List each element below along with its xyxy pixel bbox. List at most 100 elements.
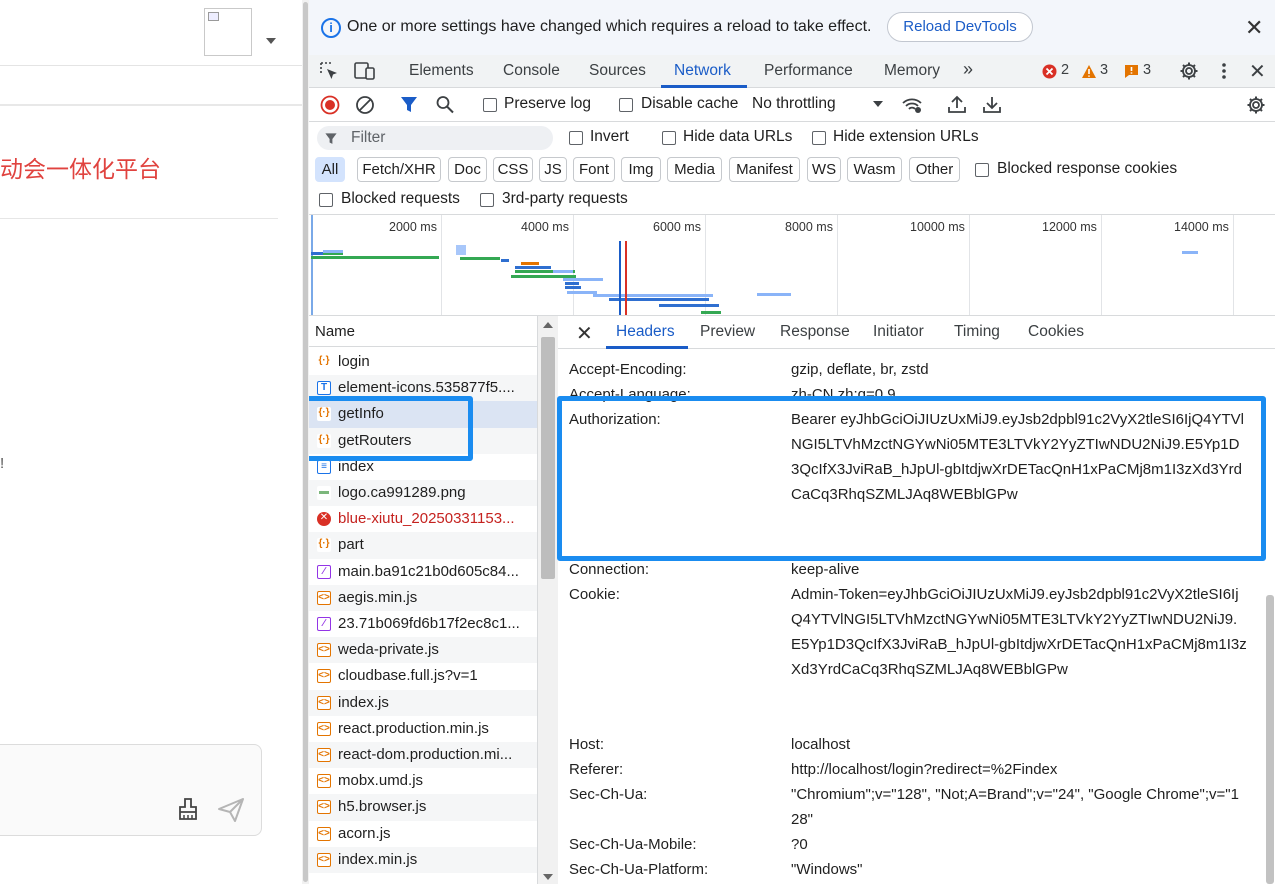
blocked-requests-checkbox[interactable] <box>319 193 333 207</box>
tab-preview[interactable]: Preview <box>700 323 755 341</box>
request-row[interactable]: ▬ logo.ca991289.png <box>309 480 537 507</box>
blocked-response-cookies-checkbox[interactable] <box>975 163 989 177</box>
request-row[interactable]: <> index.js <box>309 689 537 716</box>
chevron-down-icon[interactable] <box>266 38 276 44</box>
more-tabs-icon[interactable]: » <box>963 59 973 80</box>
clear-icon[interactable] <box>355 95 375 115</box>
request-row[interactable]: <> react-dom.production.mi... <box>309 742 537 769</box>
request-row[interactable]: ∕ main.ba91c21b0d605c84... <box>309 559 537 585</box>
tab-elements[interactable]: Elements <box>409 62 474 80</box>
disable-cache-checkbox[interactable] <box>619 98 633 112</box>
page-scrollbar[interactable] <box>302 0 309 884</box>
type-filter-wasm[interactable]: Wasm <box>847 157 902 182</box>
record-stop-icon[interactable] <box>320 95 340 115</box>
tab-console[interactable]: Console <box>503 62 560 80</box>
network-overview-timeline[interactable]: 2000 ms 4000 ms 6000 ms 8000 ms 10000 ms… <box>309 214 1275 316</box>
name-column-header[interactable]: Name <box>309 316 537 347</box>
header-value[interactable]: keep-alive <box>791 557 1247 582</box>
request-row[interactable]: <> acorn.js <box>309 821 537 847</box>
close-devtools-icon[interactable]: ✕ <box>1249 59 1266 84</box>
request-row[interactable]: {·} login <box>309 349 537 375</box>
tab-memory[interactable]: Memory <box>884 62 940 80</box>
network-settings-gear-icon[interactable] <box>1246 95 1266 115</box>
close-icon[interactable]: ✕ <box>1245 15 1263 41</box>
brush-icon[interactable] <box>177 797 199 821</box>
request-row[interactable]: {·} part <box>309 532 537 559</box>
hide-extension-urls-checkbox[interactable] <box>812 131 826 145</box>
preserve-log-checkbox[interactable] <box>483 98 497 112</box>
request-list-scrollbar[interactable] <box>538 316 558 884</box>
tab-network[interactable]: Network <box>674 62 731 80</box>
throttling-select[interactable]: No throttling <box>752 95 836 113</box>
type-filter-media[interactable]: Media <box>667 157 722 182</box>
send-icon[interactable] <box>217 797 245 823</box>
request-row[interactable]: ✕ blue-xiutu_20250331153... <box>309 506 537 532</box>
tab-headers[interactable]: Headers <box>616 323 675 341</box>
header-value[interactable]: ?0 <box>791 832 1247 857</box>
header-value[interactable]: Bearer eyJhbGciOiJIUzUxMiJ9.eyJsb2dpbl91… <box>791 407 1247 507</box>
type-filter-fetch-xhr[interactable]: Fetch/XHR <box>357 157 441 182</box>
request-row[interactable]: ≡ index <box>309 454 537 480</box>
request-name: index.js <box>338 693 389 711</box>
hide-data-urls-checkbox[interactable] <box>662 131 676 145</box>
header-value[interactable]: zh-CN,zh;q=0.9 <box>791 382 1247 400</box>
search-icon[interactable] <box>436 95 454 115</box>
type-filter-img[interactable]: Img <box>621 157 661 182</box>
header-value[interactable]: localhost <box>791 732 1247 757</box>
request-row[interactable]: <> cloudbase.full.js?v=1 <box>309 663 537 689</box>
type-filter-css[interactable]: CSS <box>493 157 533 182</box>
chevron-down-icon[interactable] <box>873 101 883 107</box>
type-filter-ws[interactable]: WS <box>807 157 841 182</box>
request-row[interactable]: {·} getInfo <box>309 401 537 428</box>
issue-count[interactable]: 3 <box>1143 62 1151 78</box>
warning-icon[interactable] <box>1081 64 1097 79</box>
type-filter-manifest[interactable]: Manifest <box>729 157 800 182</box>
header-value[interactable]: "Windows" <box>791 857 1247 882</box>
request-row[interactable]: <> h5.browser.js <box>309 794 537 821</box>
download-icon[interactable] <box>982 94 1002 114</box>
filter-icon[interactable] <box>400 95 418 115</box>
type-filter-doc[interactable]: Doc <box>448 157 487 182</box>
error-icon[interactable] <box>1042 64 1057 79</box>
error-count[interactable]: 2 <box>1061 62 1069 78</box>
request-row[interactable]: ∕ 23.71b069fd6b17f2ec8c1... <box>309 611 537 637</box>
tab-initiator[interactable]: Initiator <box>873 323 924 341</box>
filter-input[interactable]: Filter <box>317 126 553 150</box>
invert-checkbox[interactable] <box>569 131 583 145</box>
request-row[interactable]: {·} getRouters <box>309 427 537 454</box>
request-name: login <box>338 353 370 370</box>
request-row[interactable]: <> index.min.js <box>309 846 537 873</box>
header-value[interactable]: "Chromium";v="128", "Not;A=Brand";v="24"… <box>791 782 1247 832</box>
request-row[interactable]: <> aegis.min.js <box>309 584 537 611</box>
type-filter-js[interactable]: JS <box>539 157 567 182</box>
header-value[interactable]: gzip, deflate, br, zstd <box>791 357 1247 382</box>
third-party-requests-checkbox[interactable] <box>480 193 494 207</box>
device-toolbar-icon[interactable] <box>354 61 376 81</box>
tab-sources[interactable]: Sources <box>589 62 646 80</box>
more-options-icon[interactable] <box>1219 61 1229 81</box>
tab-performance[interactable]: Performance <box>764 62 853 80</box>
request-row[interactable]: Telement-icons.535877f5.... <box>309 375 537 402</box>
tab-timing[interactable]: Timing <box>954 323 1000 341</box>
inspect-element-icon[interactable] <box>319 61 339 81</box>
type-filter-font[interactable]: Font <box>573 157 615 182</box>
header-value[interactable]: Admin-Token=eyJhbGciOiJIUzUxMiJ9.eyJsb2d… <box>791 582 1247 682</box>
request-row[interactable]: <> react.production.min.js <box>309 716 537 742</box>
reload-devtools-button[interactable]: Reload DevTools <box>887 12 1033 42</box>
type-filter-other[interactable]: Other <box>909 157 960 182</box>
request-row[interactable]: <> mobx.umd.js <box>309 768 537 794</box>
network-conditions-icon[interactable] <box>901 95 923 115</box>
close-details-icon[interactable]: ✕ <box>576 321 593 346</box>
settings-gear-icon[interactable] <box>1179 61 1199 81</box>
issue-icon[interactable] <box>1124 64 1139 79</box>
details-scrollbar[interactable] <box>1265 349 1275 884</box>
chat-input[interactable] <box>0 744 262 836</box>
tab-response[interactable]: Response <box>780 323 850 341</box>
upload-icon[interactable] <box>947 94 967 114</box>
tab-cookies[interactable]: Cookies <box>1028 323 1084 341</box>
avatar[interactable] <box>204 8 252 56</box>
header-value[interactable]: http://localhost/login?redirect=%2Findex <box>791 757 1247 782</box>
warning-count[interactable]: 3 <box>1100 62 1108 78</box>
type-filter-all[interactable]: All <box>315 157 345 182</box>
request-row[interactable]: <> weda-private.js <box>309 637 537 664</box>
